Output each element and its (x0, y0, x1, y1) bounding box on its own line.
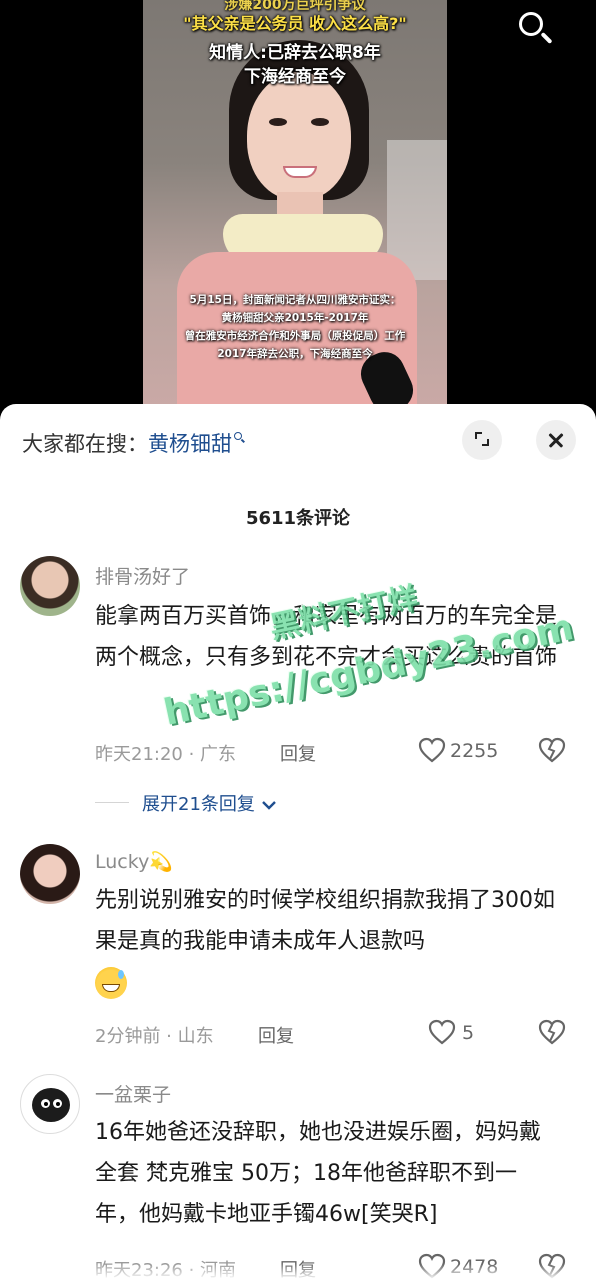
avatar[interactable] (20, 556, 80, 616)
search-icon[interactable] (512, 6, 556, 50)
search-mini-icon (233, 431, 247, 445)
video-caption-quote: "其父亲是公务员 收入这么高?" (183, 14, 407, 33)
heart-icon[interactable] (418, 737, 446, 763)
heart-icon[interactable] (428, 1019, 456, 1045)
avatar[interactable] (20, 844, 80, 904)
hot-search-keyword[interactable]: 黄杨钿甜 (148, 432, 232, 456)
video-subtitle: 黄杨钿甜父亲2015年-2017年 (221, 312, 369, 324)
comment-text: 先别说别雅安的时候学校组织捐款我捐了300如果是真的我能申请未成年人退款吗 (95, 880, 560, 1003)
grin-sweat-emoji (95, 967, 127, 999)
comment-username[interactable]: 一盆栗子 (95, 1080, 171, 1107)
comment-text: 16年她爸还没辞职，她也没进娱乐圈，妈妈戴全套 梵克雅宝 50万；18年他爸辞职… (95, 1120, 541, 1227)
chevron-down-icon (261, 801, 276, 810)
expand-replies-button[interactable]: 展开21条回复 (142, 790, 277, 816)
video-subtitle: 曾在雅安市经济合作和外事局（原投促局）工作 (184, 330, 406, 342)
avatar[interactable] (20, 1074, 80, 1134)
reply-button[interactable]: 回复 (258, 1022, 294, 1048)
dislike-heart-icon[interactable] (538, 1019, 566, 1045)
comment-time-location: 2分钟前 · 山东 (95, 1026, 214, 1047)
close-icon[interactable] (536, 420, 576, 460)
video-player[interactable]: 涉嫌200万巨坪引争议 "其父亲是公务员 收入这么高?" 知情人:已辞去公职8年… (0, 0, 596, 408)
comment-username[interactable]: Lucky💫 (95, 850, 173, 873)
comment-sheet: 大家都在搜：黄杨钿甜 5611条评论 排骨汤好了 能拿两百万买首饰，和家里有两百… (0, 404, 596, 1280)
reply-button[interactable]: 回复 (280, 740, 316, 766)
person-face (247, 72, 351, 200)
video-subtitle: 5月15日，封面新闻记者从四川雅安市证实： (189, 294, 401, 306)
comment-time-location: 昨天21:20 · 广东 (95, 744, 237, 765)
hot-search-label: 大家都在搜： (22, 432, 148, 456)
like-count: 5 (462, 1022, 475, 1044)
video-subtitle: 2017年辞去公职，下海经商至今 (217, 348, 373, 360)
video-caption-line2: 知情人:已辞去公职8年 (209, 43, 381, 63)
expand-replies-label: 展开21条回复 (142, 794, 255, 815)
comment-username[interactable]: 排骨汤好了 (95, 562, 190, 589)
comment-count: 5611条评论 (245, 508, 351, 529)
video-caption-line3: 下海经商至今 (244, 67, 346, 87)
dislike-heart-icon[interactable] (538, 737, 566, 763)
expand-icon[interactable] (462, 420, 502, 460)
hot-search-bar[interactable]: 大家都在搜：黄杨钿甜 (22, 428, 247, 458)
like-count: 2255 (450, 740, 499, 762)
video-frame: 涉嫌200万巨坪引争议 "其父亲是公务员 收入这么高?" 知情人:已辞去公职8年… (143, 0, 447, 408)
